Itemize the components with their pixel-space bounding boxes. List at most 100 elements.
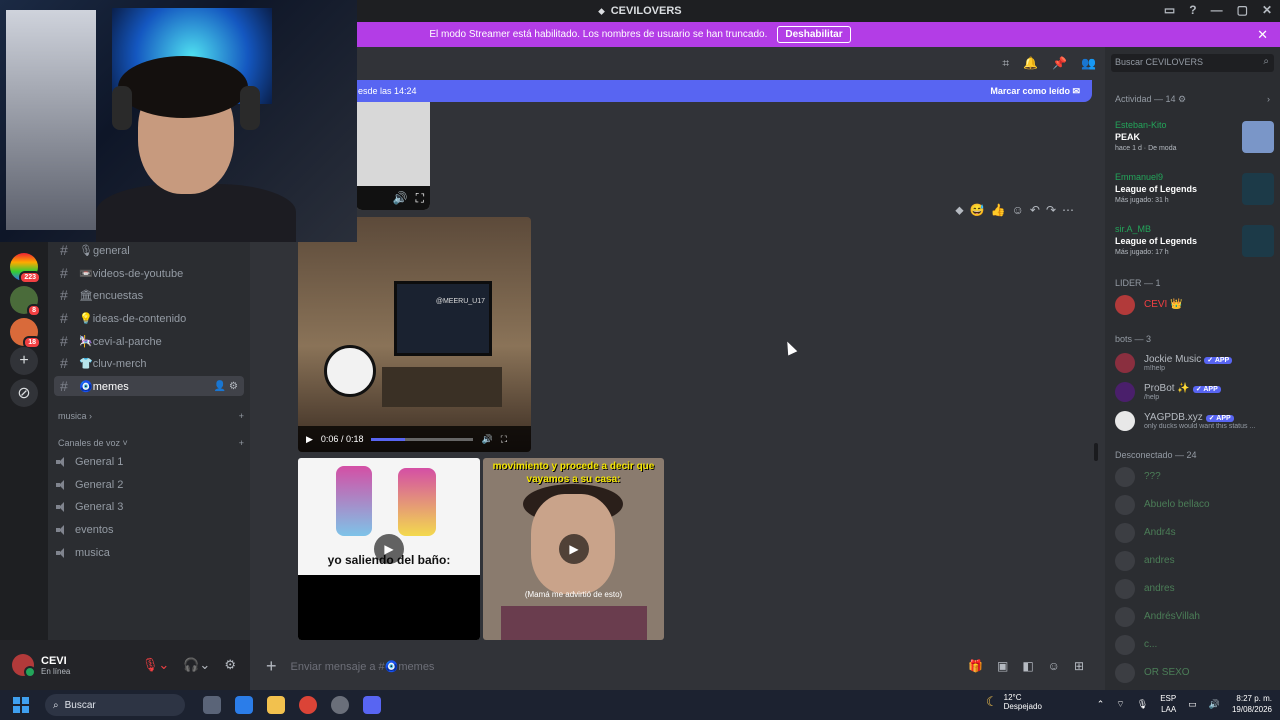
disable-streamer-button[interactable]: Deshabilitar [777, 26, 851, 43]
channel-general[interactable]: # 🎙general [54, 240, 244, 260]
gif-icon[interactable]: ▣ [997, 659, 1008, 673]
mic-muted-icon[interactable]: 🎙⌄ [142, 657, 169, 673]
message-input[interactable]: Enviar mensaje a #🧿memes [291, 660, 435, 673]
maximize-icon[interactable]: ▢ [1237, 3, 1248, 17]
member-bot[interactable]: Jockie Music ✓ APP m!help [1115, 351, 1275, 375]
voice-channel-general-3[interactable]: General 3 [56, 497, 123, 517]
play-icon[interactable]: ▶ [306, 434, 313, 445]
more-options-icon[interactable]: ⋯ [1062, 203, 1074, 218]
member-offline[interactable]: andres [1115, 577, 1275, 601]
pinned-icon[interactable]: 📌 [1052, 56, 1067, 71]
server-icon-avatar[interactable]: 8 [10, 286, 41, 317]
file-explorer-icon[interactable] [267, 696, 285, 714]
member-offline[interactable]: c... [1115, 633, 1275, 657]
server-icon-rainbow[interactable]: 223 [10, 253, 41, 284]
chrome-icon[interactable] [299, 696, 317, 714]
inbox-icon[interactable]: ▭ [1164, 3, 1175, 17]
gift-icon[interactable]: 🎁 [968, 659, 983, 673]
voice-channel-general-1[interactable]: General 1 [56, 452, 123, 472]
reaction-icon[interactable]: ⬥ [955, 203, 963, 218]
member-list-icon[interactable]: 👥 [1081, 56, 1096, 71]
sticker-icon[interactable]: ◧ [1022, 659, 1033, 673]
windows-start-icon[interactable] [13, 697, 29, 713]
fullscreen-icon[interactable]: ⛶ [416, 191, 424, 206]
network-icon[interactable]: ▭ [1188, 699, 1197, 710]
mic-icon[interactable]: 🎙 [1137, 699, 1148, 710]
app-icon-circle[interactable] [331, 696, 349, 714]
member-offline[interactable]: Abuelo bellaco [1115, 493, 1275, 517]
channel-encuestas[interactable]: # 🏛encuestas [54, 285, 244, 305]
fullscreen-icon[interactable]: ⛶ [501, 434, 507, 445]
thumbs-up-reaction[interactable]: 👍 [991, 203, 1006, 218]
video-clip-b[interactable]: movimiento y procede a decir que vayamos… [483, 458, 664, 640]
play-icon[interactable]: ▶ [559, 534, 589, 564]
scrollbar[interactable] [1094, 443, 1098, 461]
video-player[interactable]: @MEERU_U17 ▶ 0:06 / 0:18 🔊 ⛶ [298, 217, 531, 452]
close-banner-icon[interactable]: ✕ [1257, 27, 1268, 43]
new-messages-bar[interactable]: esde las 14:24 Marcar como leído ✉ [350, 80, 1092, 102]
language[interactable]: ESP [1160, 693, 1176, 704]
add-channel-icon[interactable]: + [239, 438, 244, 448]
play-icon[interactable]: ▶ [374, 534, 404, 564]
task-view-icon[interactable] [203, 696, 221, 714]
user-settings-icon[interactable]: ⚙ [224, 657, 236, 673]
video-progress[interactable] [371, 437, 474, 441]
volume-icon[interactable]: 🔊 [1209, 699, 1220, 710]
member-bot[interactable]: YAGPDB.xyz ✓ APP only ducks would want th… [1115, 409, 1275, 433]
video-clip-a[interactable]: yo saliendo del baño: ▶ [298, 458, 480, 640]
voice-channel-musica[interactable]: musica [56, 543, 110, 563]
member-offline[interactable]: Andr4s [1115, 521, 1275, 545]
add-attachment-icon[interactable]: + [266, 656, 277, 677]
emoji-reaction[interactable]: 😅 [970, 203, 985, 218]
volume-icon[interactable]: 🔊 [393, 191, 408, 205]
taskbar-search[interactable]: ⌕ Buscar [45, 694, 185, 716]
discord-icon[interactable] [363, 696, 381, 714]
voice-channel-general-2[interactable]: General 2 [56, 475, 123, 495]
search-input[interactable]: Buscar CEVILOVERS ⌕ [1111, 54, 1274, 72]
clock-time[interactable]: 8:27 p. m. [1232, 693, 1272, 704]
emoji-icon[interactable]: ☺ [1048, 659, 1060, 673]
server-icon-game[interactable]: 18 [10, 318, 41, 349]
clock-date[interactable]: 19/08/2026 [1232, 704, 1272, 715]
notification-bell-icon[interactable]: 🔔 [1023, 56, 1038, 71]
member-offline[interactable]: AndrésVillah [1115, 605, 1275, 629]
reply-icon[interactable]: ↶ [1030, 203, 1040, 218]
close-window-icon[interactable]: ✕ [1262, 3, 1272, 17]
channel-ideas-de-contenido[interactable]: # 💡ideas-de-contenido [54, 308, 244, 328]
add-channel-icon[interactable]: + [239, 411, 244, 421]
chevron-right-icon[interactable]: › [1267, 94, 1270, 104]
channel-cevi-al-parche[interactable]: # 🎠cevi-al-parche [54, 331, 244, 351]
activity-card[interactable]: Esteban-Kito PEAK hace 1 d · De moda [1111, 116, 1274, 162]
apps-icon[interactable]: ⊞ [1074, 659, 1084, 673]
weather-widget[interactable]: ☾ 12°C Despejado [986, 693, 1042, 711]
member-offline[interactable]: ??? [1115, 465, 1275, 489]
member-leader[interactable]: CEVI 👑 [1115, 293, 1275, 317]
video-attachment-top[interactable]: 🔊 ⛶ [356, 102, 430, 210]
activity-card[interactable]: sir.A_MB League of Legends Más jugado: 1… [1111, 220, 1274, 266]
threads-icon[interactable]: ⌗ [1002, 56, 1009, 71]
forward-icon[interactable]: ↷ [1046, 203, 1056, 218]
category-musica[interactable]: musica › + [58, 411, 244, 421]
avatar[interactable] [12, 654, 36, 678]
add-server-icon[interactable]: + [10, 347, 38, 375]
channel-memes[interactable]: # 🧿memes 👤 ⚙ [54, 376, 244, 396]
mark-read-button[interactable]: Marcar como leído ✉ [990, 86, 1080, 97]
member-offline[interactable]: andres [1115, 549, 1275, 573]
headphones-icon[interactable]: 🎧⌄ [183, 657, 210, 673]
channel-videos-de-youtube[interactable]: # 📼videos-de-youtube [54, 263, 244, 283]
minimize-icon[interactable]: — [1211, 3, 1223, 17]
category-voice[interactable]: Canales de voz ˅ + [58, 438, 244, 448]
tray-chevron-icon[interactable]: ⌃ [1097, 699, 1105, 710]
member-offline[interactable]: OR SEXO [1115, 661, 1275, 685]
language-layout[interactable]: LAA [1160, 704, 1176, 715]
message-composer[interactable]: + Enviar mensaje a #🧿memes 🎁 ▣ ◧ ☺ ⊞ [258, 651, 1092, 681]
wifi-icon[interactable]: ⌔ [1116, 699, 1124, 710]
invite-settings-icons[interactable]: 👤 ⚙ [214, 381, 238, 392]
help-icon[interactable]: ? [1189, 3, 1196, 17]
channel-cluv-merch[interactable]: # 👕cluv-merch [54, 353, 244, 373]
voice-channel-eventos[interactable]: eventos [56, 520, 114, 540]
app-icon-blue[interactable] [235, 696, 253, 714]
add-reaction-icon[interactable]: ☺ [1012, 203, 1024, 218]
explore-servers-icon[interactable]: ⊘ [10, 379, 38, 407]
member-bot[interactable]: ProBot ✨ ✓ APP /help [1115, 380, 1275, 404]
